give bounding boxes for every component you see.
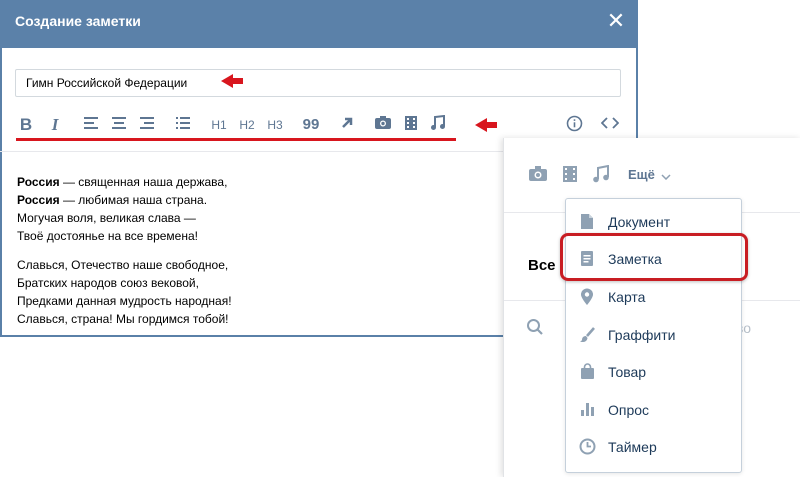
shopping-bag-icon [578, 363, 596, 381]
red-arrow-toolbar [475, 118, 497, 132]
dropdown-item-label: Опрос [608, 402, 650, 418]
map-pin-icon [578, 288, 596, 306]
all-posts-label[interactable]: Все [528, 257, 556, 274]
poem-line: Россия — священная наша держава, [17, 175, 228, 189]
dropdown-item-graffiti[interactable]: Граффити [566, 318, 741, 352]
note-title-input[interactable] [15, 69, 621, 97]
dropdown-item-label: Карта [608, 289, 646, 305]
brush-icon [578, 326, 596, 344]
h3-icon[interactable]: H3 [264, 115, 286, 135]
poem-line: Братских народов союз вековой, [17, 276, 199, 290]
note-item-highlight [560, 233, 748, 281]
italic-icon[interactable]: I [47, 115, 63, 135]
dropdown-item-label: Товар [608, 364, 647, 380]
dropdown-item-label: Граффити [608, 327, 676, 343]
document-icon [578, 213, 596, 231]
search-icon[interactable] [526, 318, 544, 341]
panel-music-icon[interactable] [592, 164, 610, 188]
dropdown-item-label: Таймер [608, 439, 657, 455]
align-left-icon[interactable] [82, 115, 100, 135]
dropdown-item-poll[interactable]: Опрос [566, 393, 741, 427]
poem-line: Россия — любимая наша страна. [17, 193, 208, 207]
poll-icon [578, 401, 596, 419]
info-icon[interactable] [564, 115, 584, 135]
music-icon[interactable] [429, 114, 447, 135]
panel-video-icon[interactable] [562, 165, 578, 188]
close-icon[interactable]: ✕ [606, 10, 626, 32]
bold-icon[interactable]: B [18, 115, 34, 135]
code-icon[interactable] [600, 115, 620, 135]
video-icon[interactable] [402, 115, 420, 135]
poem-line: Могучая воля, великая слава — [17, 211, 196, 225]
dropdown-item-map[interactable]: Карта [566, 280, 741, 314]
poem-line: Славься, страна! Мы гордимся тобой! [17, 312, 229, 326]
toolbar-highlight-underline [16, 138, 456, 141]
poem-line: Славься, Отечество наше свободное, [17, 258, 229, 272]
more-label: Ещё [628, 167, 655, 182]
red-arrow-title [221, 74, 243, 88]
dropdown-item-label: Документ [608, 214, 671, 230]
modal-title: Создание заметки [15, 13, 141, 29]
chevron-down-icon [661, 168, 671, 183]
panel-camera-icon[interactable] [528, 165, 548, 187]
align-right-icon[interactable] [138, 115, 156, 135]
quote-icon[interactable]: 99 [300, 115, 322, 135]
camera-icon[interactable] [373, 115, 393, 135]
more-button[interactable]: Ещё [628, 167, 671, 183]
align-center-icon[interactable] [110, 115, 128, 135]
list-icon[interactable] [174, 115, 192, 135]
poem-line: Твоё достоянье на все времена! [17, 229, 198, 243]
h2-icon[interactable]: H2 [236, 115, 258, 135]
h1-icon[interactable]: H1 [208, 115, 230, 135]
link-icon[interactable] [338, 115, 356, 135]
timer-icon [578, 438, 596, 456]
poem-line: Предками данная мудрость народная! [17, 294, 232, 308]
dropdown-item-product[interactable]: Товар [566, 355, 741, 389]
dropdown-item-timer[interactable]: Таймер [566, 430, 741, 464]
